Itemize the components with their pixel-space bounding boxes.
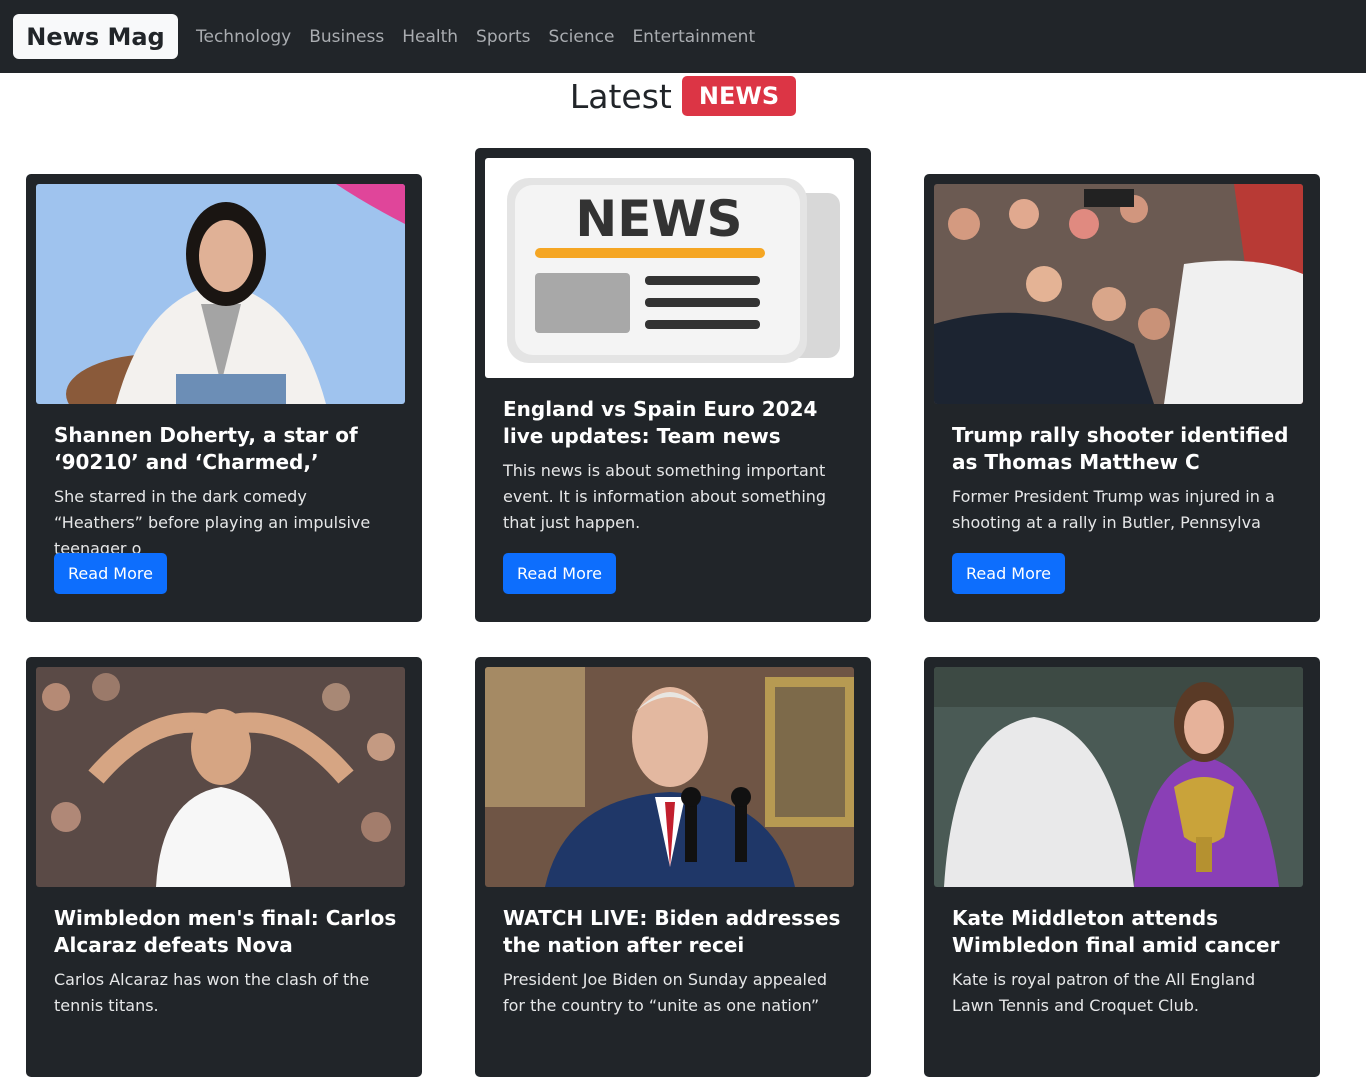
navbar: News Mag Technology Business Health Spor…: [0, 0, 1366, 73]
card-text: She starred in the dark comedy “Heathers…: [54, 487, 371, 558]
news-card: NEWS England vs Spain Euro 2024 live upd…: [475, 148, 871, 622]
read-more-button[interactable]: Read More: [952, 553, 1065, 594]
nav-link-science[interactable]: Science: [549, 27, 615, 47]
page-title: Latest: [569, 76, 672, 116]
card-text: This news is about something important e…: [503, 461, 827, 532]
card-title: England vs Spain Euro 2024 live updates:…: [503, 397, 818, 448]
read-more-button[interactable]: Read More: [503, 553, 616, 594]
nav-link-business[interactable]: Business: [309, 27, 384, 47]
biden-address-photo: [485, 667, 854, 887]
news-card: Trump rally shooter identified as Thomas…: [924, 174, 1320, 622]
card-text: Former President Trump was injured in a …: [952, 487, 1275, 532]
brand-logo[interactable]: News Mag: [13, 14, 178, 59]
nav-links: Technology Business Health Sports Scienc…: [196, 27, 773, 47]
trump-rally-photo: [934, 184, 1303, 404]
card-title: Wimbledon men's final: Carlos Alcaraz de…: [54, 906, 397, 957]
card-title: Trump rally shooter identified as Thomas…: [952, 423, 1289, 474]
nav-link-technology[interactable]: Technology: [196, 27, 291, 47]
news-card: Kate Middleton attends Wimbledon final a…: [924, 657, 1320, 1077]
card-title: Shannen Doherty, a star of ‘90210’ and ‘…: [54, 423, 358, 474]
nav-link-sports[interactable]: Sports: [476, 27, 531, 47]
card-text: President Joe Biden on Sunday appealed f…: [503, 970, 827, 1015]
carlos-alcaraz-photo: [36, 667, 405, 887]
card-text: Carlos Alcaraz has won the clash of the …: [54, 970, 370, 1015]
news-card: Shannen Doherty, a star of ‘90210’ and ‘…: [26, 174, 422, 622]
page-heading: Latest NEWS: [0, 76, 1366, 116]
nav-link-entertainment[interactable]: Entertainment: [632, 27, 755, 47]
news-card: Wimbledon men's final: Carlos Alcaraz de…: [26, 657, 422, 1077]
read-more-button[interactable]: Read More: [54, 553, 167, 594]
card-title: WATCH LIVE: Biden addresses the nation a…: [503, 906, 841, 957]
nav-link-health[interactable]: Health: [402, 27, 458, 47]
kate-middleton-photo: [934, 667, 1303, 887]
card-title: Kate Middleton attends Wimbledon final a…: [952, 906, 1280, 957]
news-badge: NEWS: [681, 76, 797, 116]
shannen-doherty-photo: [36, 184, 405, 404]
news-card: WATCH LIVE: Biden addresses the nation a…: [475, 657, 871, 1077]
news-newspaper-icon: NEWS: [485, 158, 854, 378]
card-text: Kate is royal patron of the All England …: [952, 970, 1256, 1015]
svg-text:NEWS: NEWS: [575, 190, 742, 248]
